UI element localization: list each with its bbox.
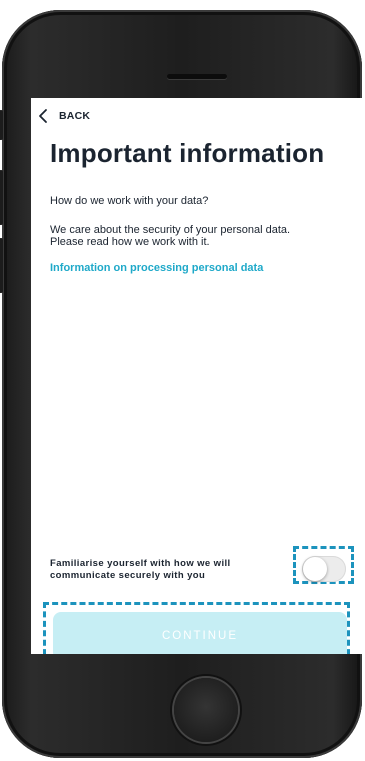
personal-data-link[interactable]: Information on processing personal data	[50, 262, 263, 274]
mute-switch	[0, 110, 3, 140]
toggle-label-line: Familiarise yourself with how we will	[50, 558, 231, 569]
page-title: Important information	[50, 138, 325, 168]
back-button[interactable]: BACK	[37, 108, 90, 124]
toggle-knob	[303, 557, 327, 581]
toggle-label-line: communicate securely with you	[50, 570, 206, 581]
back-label: BACK	[59, 110, 91, 122]
secure-communication-toggle[interactable]	[302, 556, 346, 582]
app-screen: BACK Important information How do we wor…	[31, 98, 365, 654]
privacy-paragraph: We care about the security of your perso…	[50, 224, 350, 248]
home-button[interactable]	[174, 678, 238, 742]
chevron-left-icon	[39, 109, 47, 123]
continue-button[interactable]: CONTINUE	[53, 612, 347, 654]
earpiece-speaker	[167, 74, 227, 79]
data-question: How do we work with your data?	[50, 195, 209, 207]
secure-communication-label: Familiarise yourself with how we will co…	[50, 558, 290, 582]
privacy-paragraph-line: Please read how we work with it.	[50, 236, 210, 248]
volume-down-button	[0, 238, 3, 293]
volume-up-button	[0, 170, 3, 225]
privacy-paragraph-line: We care about the security of your perso…	[50, 224, 291, 236]
